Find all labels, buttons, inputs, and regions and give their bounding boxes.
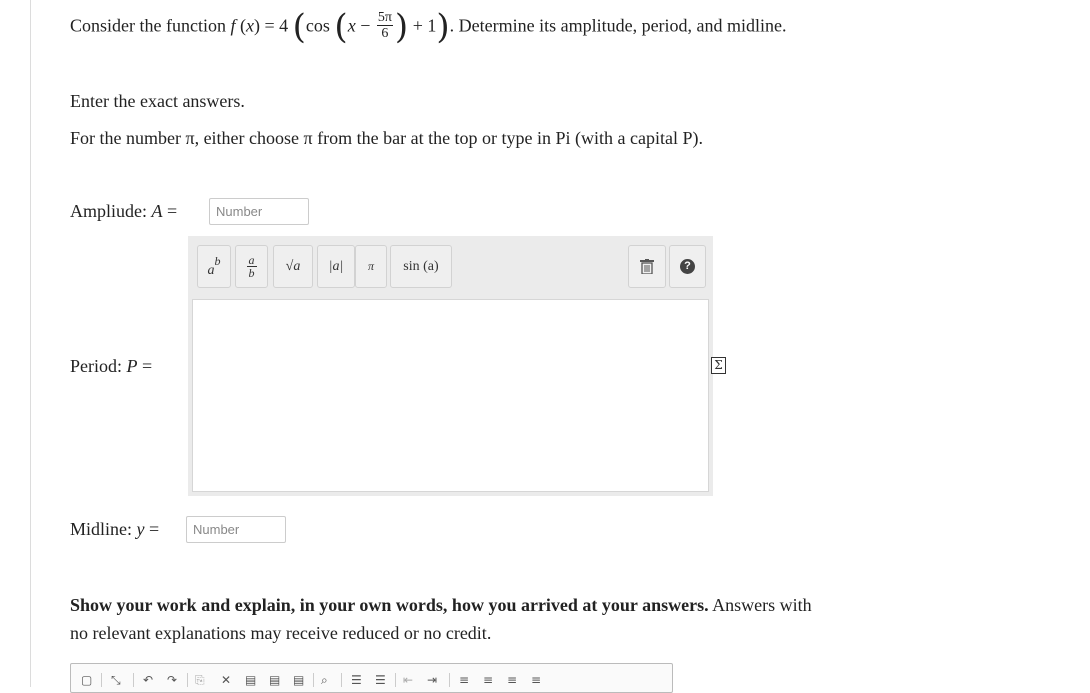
- clear-button[interactable]: [628, 245, 666, 288]
- sin-label: sin (a): [403, 258, 439, 274]
- func-var: x: [246, 15, 254, 36]
- undo-icon[interactable]: ↶: [143, 672, 153, 688]
- left-border: [30, 0, 31, 687]
- copy-icon[interactable]: ⎘: [195, 672, 205, 688]
- bulleted-list-icon[interactable]: ☰: [375, 672, 386, 688]
- pi-button[interactable]: π: [355, 245, 387, 288]
- source-icon[interactable]: ▢: [81, 672, 92, 688]
- indent-icon[interactable]: ⇥: [427, 672, 437, 688]
- period-label: Period: P =: [70, 356, 152, 377]
- fraction-5pi-6: 5π 6: [376, 10, 393, 41]
- paste-text-icon[interactable]: ▤: [269, 672, 280, 688]
- midline-eq: =: [149, 519, 160, 539]
- help-button[interactable]: ?: [669, 245, 706, 288]
- close-paren-inner: ): [394, 6, 409, 47]
- sqrt-label: √a: [285, 258, 301, 274]
- instruction-pi: For the number π, either choose π from t…: [70, 128, 704, 148]
- x-var: x: [347, 15, 356, 36]
- question-suffix: . Determine its amplitude, period, and m…: [449, 15, 787, 36]
- power-exp: b: [214, 254, 221, 268]
- abs-button[interactable]: |a|: [317, 245, 355, 288]
- align-left-icon[interactable]: ≡: [459, 672, 469, 688]
- amplitude-var: A: [151, 201, 163, 221]
- amplitude-label: Ampliude: A =: [70, 201, 177, 222]
- find-icon[interactable]: ⌕: [321, 672, 328, 688]
- period-eq: =: [142, 356, 153, 376]
- cos-text: cos: [305, 15, 330, 36]
- abs-label: |a|: [328, 258, 344, 274]
- frac-den: 6: [381, 26, 389, 41]
- outdent-icon[interactable]: ⇤: [403, 672, 413, 688]
- help-icon: ?: [680, 259, 695, 274]
- trash-icon: [640, 259, 654, 274]
- midline-var: y: [136, 519, 145, 539]
- sqrt-button[interactable]: √a: [273, 245, 313, 288]
- open-paren-inner: (: [334, 6, 348, 47]
- cut-icon[interactable]: ✕: [221, 672, 231, 688]
- pi-label: π: [367, 259, 374, 273]
- open-paren-outer: (: [292, 6, 306, 47]
- midline-input[interactable]: [186, 516, 286, 543]
- maximize-icon[interactable]: ⤡: [111, 672, 121, 688]
- midline-label: Midline: y =: [70, 519, 159, 540]
- math-input-panel: ab a b √a |a| π sin (a) ?: [188, 236, 713, 496]
- question-text: Consider the function f (x) = 4 (cos (x …: [70, 6, 787, 47]
- period-math-input[interactable]: [192, 299, 709, 492]
- align-center-icon[interactable]: ≡: [483, 672, 493, 688]
- amplitude-eq: =: [167, 201, 178, 221]
- fraction-button[interactable]: a b: [235, 245, 268, 288]
- question-prefix: Consider the function: [70, 15, 226, 36]
- midline-label-text: Midline:: [70, 519, 132, 539]
- equation-editor-icon[interactable]: Σ: [711, 357, 726, 374]
- amp-coeff: 4: [279, 15, 289, 36]
- show-work-line2: no relevant explanations may receive red…: [70, 623, 492, 643]
- plus-one: + 1: [412, 15, 437, 36]
- power-button[interactable]: ab: [197, 245, 231, 288]
- amplitude-input[interactable]: [209, 198, 309, 225]
- show-work-bold: Show your work and explain, in your own …: [70, 595, 709, 615]
- period-label-text: Period:: [70, 356, 122, 376]
- frac-btn-top: a: [246, 252, 257, 267]
- redo-icon[interactable]: ↷: [167, 672, 177, 688]
- amplitude-label-text: Ampliude:: [70, 201, 147, 221]
- show-work-rest: Answers with: [708, 595, 812, 615]
- numbered-list-icon[interactable]: ☰: [351, 672, 362, 688]
- rich-text-toolbar: ▢ ⤡ ↶ ↷ ⎘ ✕ ▤ ▤ ▤ ⌕ ☰ ☰ ⇤ ⇥ ≡ ≡ ≡ ≡: [70, 663, 673, 693]
- paste-icon[interactable]: ▤: [245, 672, 256, 688]
- frac-btn-bottom: b: [248, 265, 255, 280]
- align-right-icon[interactable]: ≡: [507, 672, 517, 688]
- power-base: a: [207, 262, 215, 278]
- paste-word-icon[interactable]: ▤: [293, 672, 304, 688]
- close-paren-outer: ): [436, 6, 450, 47]
- sin-button[interactable]: sin (a): [390, 245, 452, 288]
- align-justify-icon[interactable]: ≡: [531, 672, 541, 688]
- instruction-exact: Enter the exact answers.: [70, 91, 245, 111]
- frac-num: 5π: [376, 10, 393, 26]
- show-work-line1: Show your work and explain, in your own …: [70, 595, 812, 616]
- period-var: P: [126, 356, 138, 376]
